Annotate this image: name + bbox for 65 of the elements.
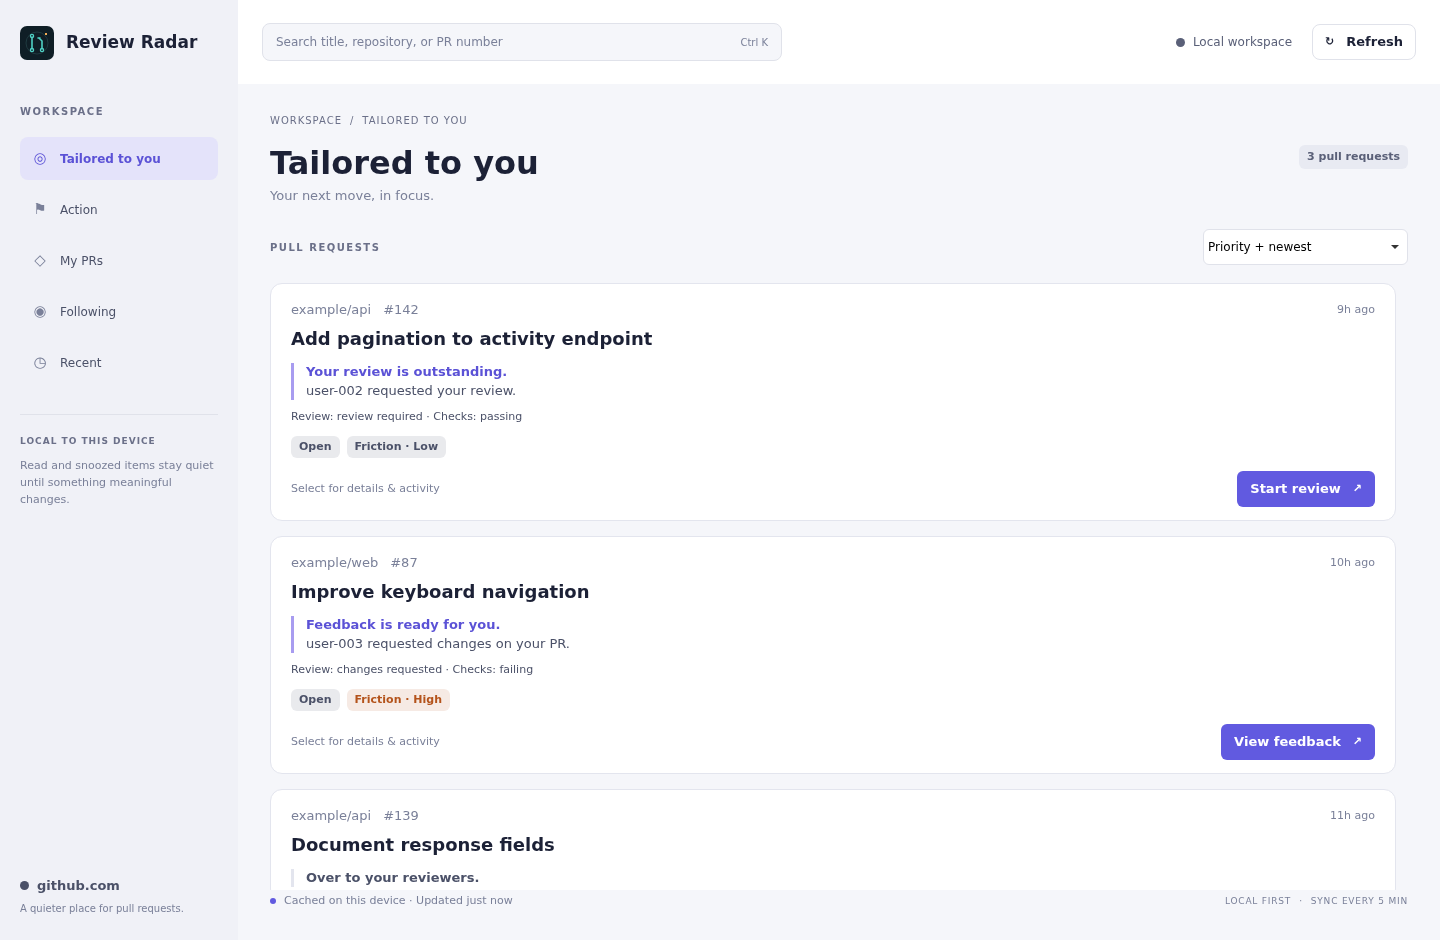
host-name: github.com: [37, 876, 120, 895]
status-tag: Open: [291, 689, 340, 711]
nav-item[interactable]: ◎ Tailored to you: [20, 137, 218, 180]
page-subtitle: Your next move, in focus.: [270, 187, 436, 205]
nav-item[interactable]: ◉ Following: [20, 290, 218, 333]
nav-icon: ◉: [32, 300, 48, 323]
status-tag: Friction · Low: [346, 436, 447, 458]
note-title: LOCAL TO THIS DEVICE: [20, 435, 157, 448]
status-tag: Open: [291, 436, 340, 458]
count-badge: 3 pull requests: [1299, 144, 1408, 169]
pr-title: Improve keyboard navigation: [291, 580, 591, 604]
section-title: WORKSPACE: [20, 105, 105, 119]
pr-title: Add pagination to activity endpoint: [291, 327, 654, 351]
breadcrumb-separator: /: [349, 114, 355, 128]
nav-item[interactable]: ◷ Recent: [20, 341, 218, 384]
pr-number: #139: [383, 808, 419, 824]
sync-info: ·: [1299, 895, 1303, 908]
action-button[interactable]: View feedback ↗: [1221, 724, 1375, 760]
status-tag: Friction · High: [346, 689, 450, 711]
pr-card[interactable]: [270, 283, 1396, 521]
action-button[interactable]: Start review ↗: [1237, 471, 1375, 507]
pr-number: #142: [383, 302, 419, 318]
nav-item[interactable]: ◇ My PRs: [20, 239, 218, 282]
search-field[interactable]: Search title, repository, or PR number Ctrl K: [262, 23, 782, 61]
shortcut-hint: Ctrl K: [740, 35, 768, 50]
nav-icon: ⚑: [32, 198, 48, 221]
breadcrumb-item[interactable]: WORKSPACE: [270, 114, 342, 128]
pr-number: #87: [390, 555, 418, 571]
section-title: PULL REQUESTS: [270, 240, 381, 255]
sort-dropdown[interactable]: Priority + newest: [1203, 229, 1408, 265]
nav-item[interactable]: ⚑ Action: [20, 188, 218, 231]
logo-icon: [20, 26, 54, 60]
nav-icon: ◎: [32, 147, 48, 170]
refresh-button[interactable]: ↻ Refresh: [1312, 24, 1416, 60]
callout-text: user-002 requested your review.: [306, 382, 517, 400]
callout-title: Over to your reviewers.: [306, 869, 480, 887]
timestamp: 11h ago: [1330, 808, 1375, 824]
repo-name: example/api: [291, 808, 372, 824]
workspace-label: Local workspace: [1192, 34, 1293, 51]
caret-icon: [1391, 245, 1399, 249]
pr-card[interactable]: [270, 536, 1396, 774]
review-status: Review: changes requested · Checks: failing: [291, 662, 535, 678]
repo-name: example/web: [291, 555, 379, 571]
nav-icon: ◇: [32, 249, 48, 272]
callout-title: Feedback is ready for you.: [306, 616, 502, 634]
hint-text: Select for details & activity: [291, 733, 440, 750]
review-status: Review: review required · Checks: passing: [291, 409, 524, 425]
timestamp: 9h ago: [1337, 302, 1375, 318]
callout-title: Your review is outstanding.: [306, 363, 509, 381]
sync-info: LOCAL FIRST: [1224, 895, 1292, 908]
nav-icon: ◷: [32, 351, 48, 374]
sync-info: SYNC EVERY 5 MIN: [1310, 895, 1408, 908]
page-title: Tailored to you: [270, 143, 539, 183]
callout-text: user-003 requested changes on your PR.: [306, 635, 570, 653]
repo-name: example/api: [291, 302, 372, 318]
breadcrumb-item[interactable]: TAILORED TO YOU: [362, 114, 468, 128]
app-name: Review Radar: [66, 31, 198, 55]
hint-text: Select for details & activity: [291, 480, 440, 497]
search-input[interactable]: Search title, repository, or PR number: [276, 33, 741, 51]
status-text: Cached on this device · Updated just now: [284, 894, 513, 908]
timestamp: 10h ago: [1330, 555, 1375, 571]
note-text: Read and snoozed items stay quiet until something meaningful changes.: [20, 457, 215, 508]
pr-card[interactable]: example/api #139 11h ago Document response fields Over to your reviewers.: [270, 789, 1396, 890]
pr-title: Document response fields: [291, 833, 556, 857]
tagline: A quieter place for pull requests.: [20, 902, 185, 916]
